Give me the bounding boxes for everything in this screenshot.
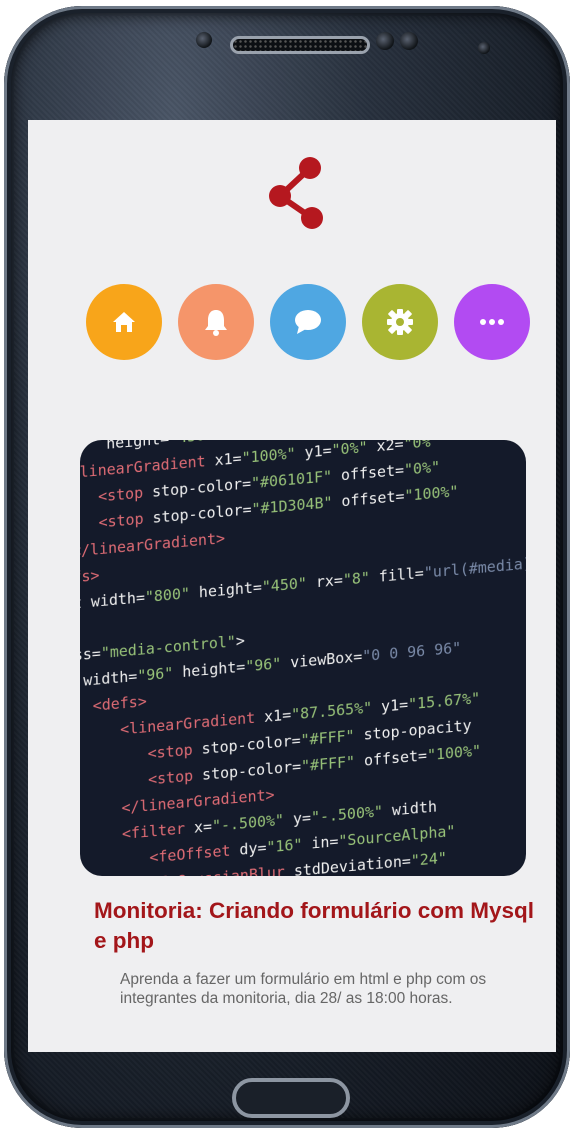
home-hardware-button[interactable] bbox=[232, 1078, 350, 1118]
more-button[interactable] bbox=[454, 284, 530, 360]
settings-button[interactable] bbox=[362, 284, 438, 360]
home-icon bbox=[113, 312, 135, 332]
nav-icon-row bbox=[86, 284, 532, 360]
chat-icon bbox=[295, 310, 321, 334]
proximity-sensor bbox=[196, 32, 212, 48]
front-camera bbox=[376, 32, 394, 50]
post-title[interactable]: Monitoria: Criando formulário com Mysql … bbox=[94, 896, 544, 956]
share-icon[interactable] bbox=[266, 156, 326, 232]
code-screenshot: height="450" viewBox="0 0 800 450" <line… bbox=[80, 440, 526, 876]
gear-icon bbox=[387, 309, 413, 335]
app-screen: height="450" viewBox="0 0 800 450" <line… bbox=[28, 120, 556, 1052]
messages-button[interactable] bbox=[270, 284, 346, 360]
notifications-button[interactable] bbox=[178, 284, 254, 360]
home-button[interactable] bbox=[86, 284, 162, 360]
phone-frame: height="450" viewBox="0 0 800 450" <line… bbox=[4, 6, 570, 1128]
status-led bbox=[478, 42, 490, 54]
light-sensor bbox=[400, 32, 418, 50]
post-image[interactable]: height="450" viewBox="0 0 800 450" <line… bbox=[80, 440, 526, 876]
earpiece-speaker bbox=[230, 36, 370, 54]
more-icon bbox=[480, 319, 504, 325]
bell-icon bbox=[205, 310, 227, 336]
post-description: Aprenda a fazer um formulário em html e … bbox=[120, 971, 487, 1007]
